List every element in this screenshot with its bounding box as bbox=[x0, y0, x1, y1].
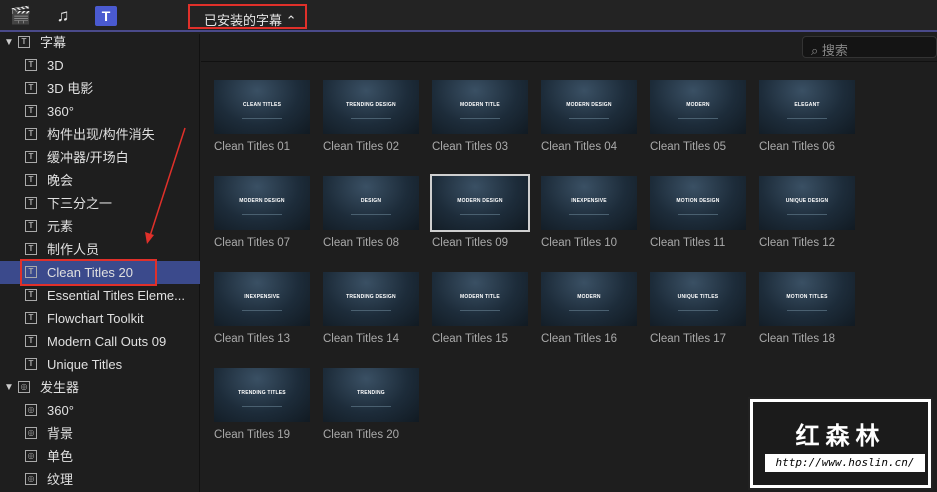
watermark-title: 红森林 bbox=[795, 423, 886, 450]
watermark-url: http://www.hoslin.cn/ bbox=[765, 454, 925, 472]
watermark: 红森林 http://www.hoslin.cn/ bbox=[748, 397, 933, 490]
